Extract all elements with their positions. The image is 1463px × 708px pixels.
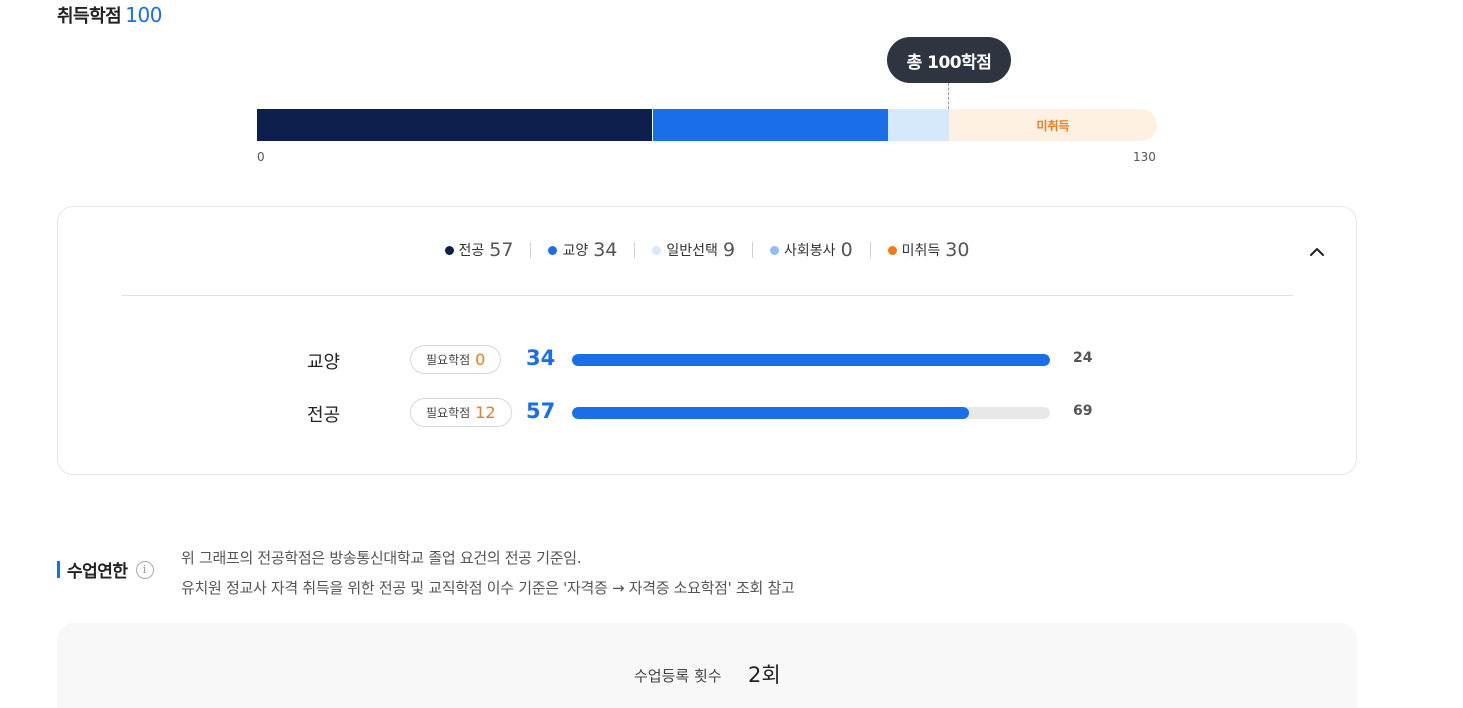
row-total: 24: [1073, 350, 1093, 366]
row-total: 69: [1073, 403, 1093, 419]
row-name: 전공: [307, 405, 341, 426]
legend-item-general: 교양 34: [548, 239, 617, 261]
bar-segment-general: [653, 109, 888, 141]
legend-label: 미취득: [901, 243, 941, 259]
legend-item-elective: 일반선택 9: [652, 239, 735, 261]
legend-dot: [652, 245, 662, 255]
legend-separator: [634, 242, 636, 258]
schedule-title: 수업연한: [67, 562, 128, 582]
credit-summary-card: 전공 57 교양 34 일반선택 9 사회봉사 0 미취득 30 교양 필요학점…: [57, 206, 1357, 475]
bar-segment-unearned: 미취득: [949, 109, 1157, 141]
schedule-label: 수업연한 i: [57, 557, 154, 582]
schedule-note: 위 그래프의 전공학점은 방송통신대학교 졸업 요건의 전공 기준임.: [181, 549, 582, 567]
required-credits-pill: 필요학점 0: [410, 345, 502, 374]
legend-separator: [752, 242, 754, 258]
legend-dot: [770, 245, 780, 255]
legend-value: 0: [840, 239, 853, 261]
bar-scale-min: 0: [257, 150, 265, 164]
earned-credits: 취득학점 100: [57, 2, 162, 28]
registration-label: 수업등록 횟수: [634, 667, 722, 685]
registration-box: 수업등록 횟수 2회: [57, 623, 1357, 708]
legend-item-major: 전공 57: [444, 239, 514, 261]
legend-separator: [869, 242, 871, 258]
progress-track: [572, 354, 1050, 366]
legend-value: 9: [722, 239, 736, 261]
progress-fill: [572, 354, 1050, 366]
tooltip-stem: [948, 83, 949, 109]
required-label: 필요학점: [426, 406, 471, 420]
current-credits: 34: [526, 346, 556, 370]
row-name: 교양: [307, 352, 341, 373]
legend-item-unearned: 미취득 30: [887, 239, 970, 261]
schedule-note: 유치원 정교사 자격 취득을 위한 전공 및 교직학점 이수 기준은 '자격증 …: [181, 579, 795, 597]
legend-value: 34: [593, 239, 618, 261]
legend-label: 교양: [562, 243, 589, 259]
required-value: 0: [475, 350, 486, 369]
earned-credits-value: 100: [125, 3, 162, 27]
credit-row-major: 전공 필요학점 12 57 69: [58, 398, 1356, 428]
legend-label: 사회봉사: [784, 243, 836, 259]
legend-value: 57: [489, 239, 514, 261]
required-value: 12: [475, 403, 496, 422]
info-icon[interactable]: i: [135, 560, 154, 579]
bar-segment-elective: [888, 109, 949, 141]
legend-dot: [444, 245, 454, 255]
legend-dot: [548, 245, 558, 255]
progress-fill: [572, 407, 969, 419]
divider: [121, 295, 1293, 296]
legend: 전공 57 교양 34 일반선택 9 사회봉사 0 미취득 30: [58, 239, 1356, 261]
legend-value: 30: [945, 239, 970, 261]
legend-label: 일반선택: [666, 243, 718, 259]
legend-dot: [887, 245, 897, 255]
required-credits-pill: 필요학점 12: [410, 398, 512, 427]
credit-stacked-bar: 미취득: [257, 109, 1157, 141]
bar-scale-max: 130: [1133, 150, 1156, 164]
total-credits-tooltip: 총 100학점: [887, 37, 1011, 83]
schedule-notes: 위 그래프의 전공학점은 방송통신대학교 졸업 요건의 전공 기준임. 유치원 …: [181, 543, 795, 603]
earned-credits-label: 취득학점: [57, 6, 122, 27]
legend-label: 전공: [458, 243, 485, 259]
registration-value: 2회: [748, 663, 781, 687]
chevron-up-icon[interactable]: [1306, 241, 1328, 263]
section-marker: [57, 561, 60, 578]
current-credits: 57: [526, 399, 556, 423]
credit-row-general: 교양 필요학점 0 34 24: [58, 345, 1356, 375]
required-label: 필요학점: [426, 353, 471, 367]
legend-item-volunteer: 사회봉사 0: [770, 239, 853, 261]
bar-segment-major: [257, 109, 652, 141]
progress-track: [572, 407, 1050, 419]
legend-separator: [530, 242, 532, 258]
